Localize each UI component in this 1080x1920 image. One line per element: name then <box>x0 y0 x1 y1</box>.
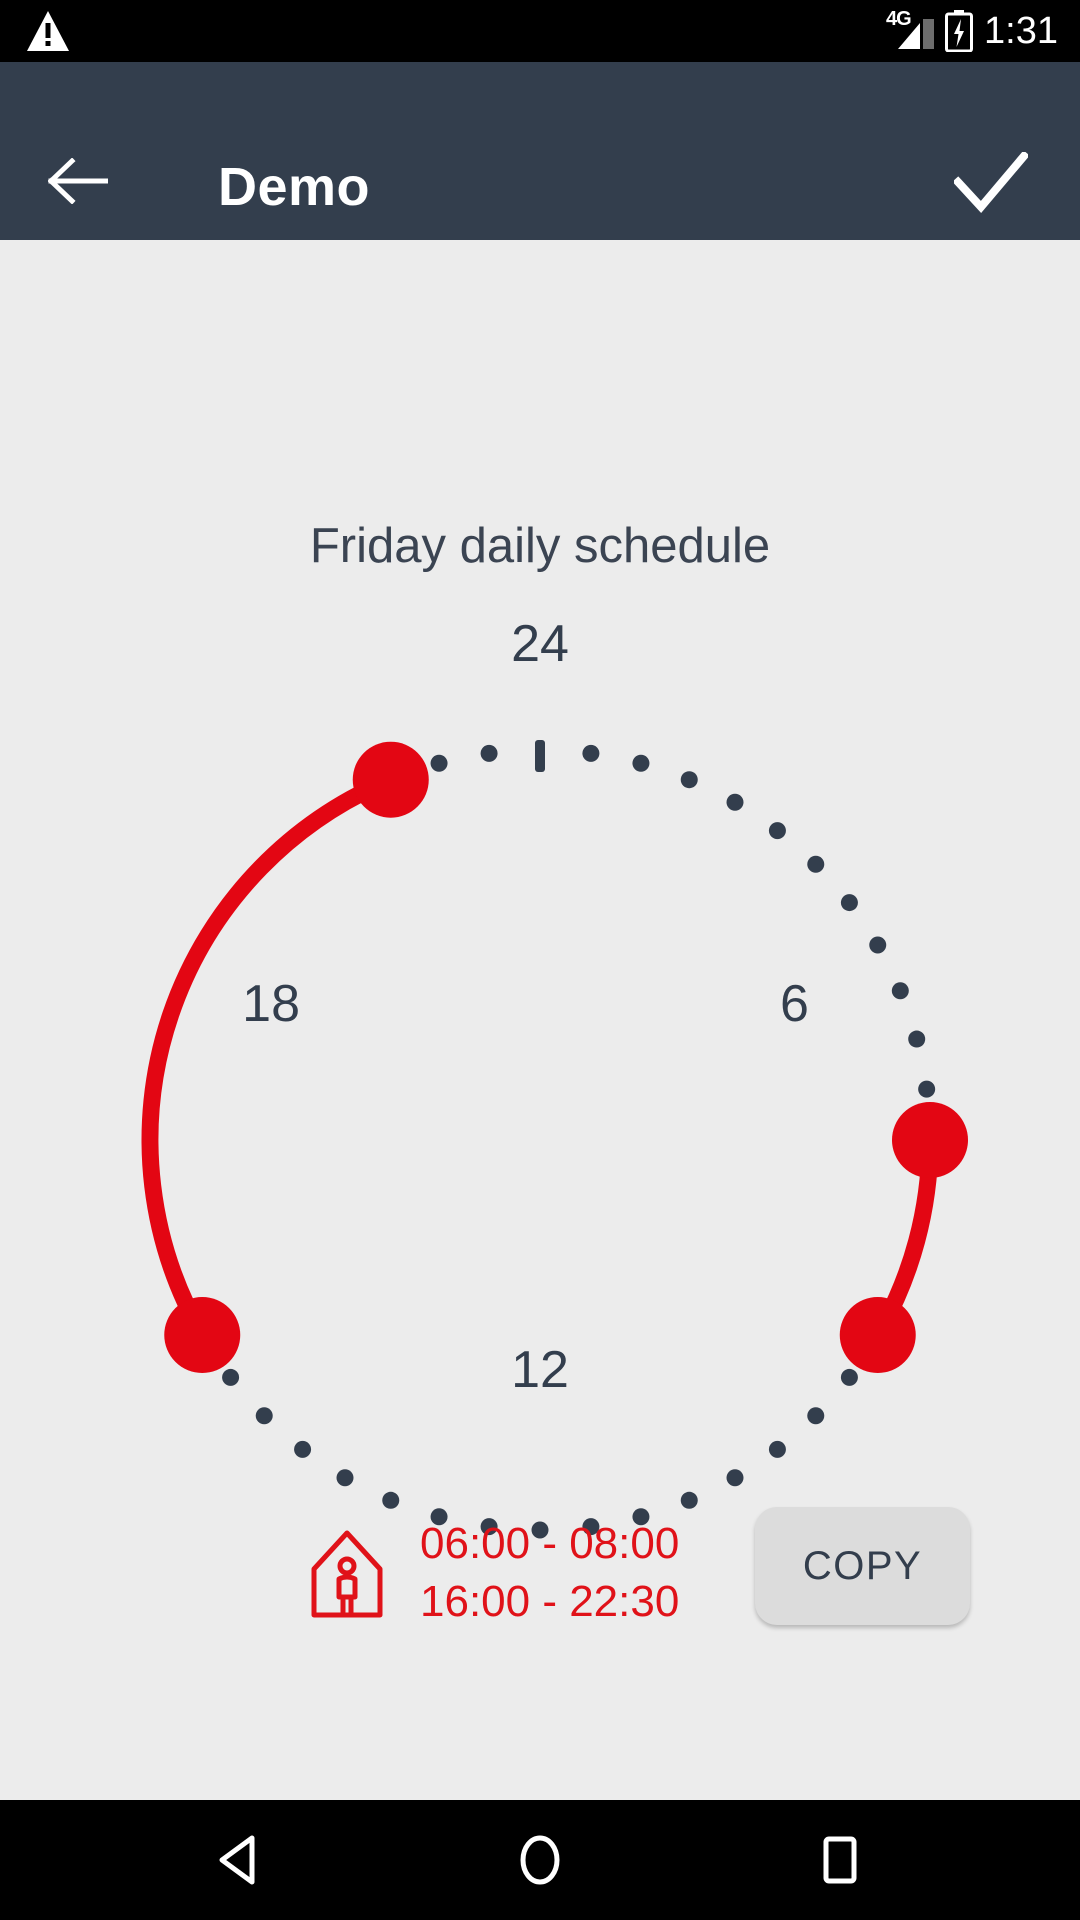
dial-label-24: 24 <box>511 615 569 673</box>
android-nav-bar <box>0 1800 1080 1920</box>
schedule-dial[interactable] <box>60 660 1020 1620</box>
nav-recents-button[interactable] <box>760 1800 920 1920</box>
dial-tick-dot <box>807 1407 825 1425</box>
handle-start-1[interactable] <box>892 1102 968 1178</box>
dial-midnight-tick <box>535 740 545 772</box>
dial-tick-dot <box>680 1491 698 1509</box>
warning-triangle-icon <box>27 11 69 51</box>
status-bar: 4G 1:31 <box>0 0 1080 62</box>
dial-tick-dot <box>480 744 498 762</box>
dial-tick-dot <box>430 754 448 772</box>
dial-tick-dot <box>869 936 887 954</box>
status-bar-clock: 1:31 <box>984 10 1058 52</box>
schedule-title: Friday daily schedule <box>309 519 771 573</box>
dial-tick-dot <box>768 822 786 840</box>
interval-row-2: 16:00 - 22:30 <box>420 1577 680 1626</box>
dial-tick-dot <box>632 754 650 772</box>
dial-tick-dot <box>680 771 698 789</box>
nav-home-circle-icon <box>520 1835 560 1885</box>
dial-svg[interactable] <box>60 660 1020 1620</box>
dial-tick-dot <box>726 1469 744 1487</box>
status-bar-right-cluster: 4G 1:31 <box>886 0 1058 62</box>
content-area: Friday daily schedule 24 6 12 18 06:00 -… <box>0 240 1080 1800</box>
home-occupied-icon <box>311 1530 383 1618</box>
dial-label-18: 18 <box>242 975 300 1033</box>
dial-tick-dot <box>336 1469 354 1487</box>
dial-tick-dot <box>768 1440 786 1458</box>
signal-triangle-icon <box>898 19 935 49</box>
copy-button[interactable]: COPY <box>755 1507 970 1625</box>
schedule-summary-row: 06:00 - 08:00 16:00 - 22:30 COPY <box>0 1507 1080 1655</box>
battery-charging-icon <box>945 10 974 52</box>
dial-label-6: 6 <box>780 975 809 1033</box>
dial-tick-dot <box>840 894 858 912</box>
back-arrow-icon[interactable] <box>48 158 108 204</box>
handle-end-2[interactable] <box>352 741 429 818</box>
nav-recents-square-icon <box>823 1836 857 1884</box>
dial-tick-dot <box>908 1030 926 1048</box>
dial-tick-dot <box>726 793 744 811</box>
dial-label-12: 12 <box>511 1341 569 1399</box>
dial-tick-dot <box>294 1440 312 1458</box>
nav-back-triangle-icon <box>219 1835 255 1885</box>
nav-back-button[interactable] <box>160 1800 320 1920</box>
app-bar: Demo <box>0 62 1080 240</box>
page-title: Demo <box>218 157 371 217</box>
interval-list: 06:00 - 08:00 16:00 - 22:30 <box>420 1515 700 1631</box>
dial-tick-dots <box>222 744 936 1539</box>
nav-home-button[interactable] <box>460 1800 620 1920</box>
dial-tick-dot <box>918 1080 936 1098</box>
checkmark-icon[interactable] <box>954 152 1028 214</box>
dial-tick-dot <box>382 1491 400 1509</box>
interval-arc-2[interactable] <box>141 771 400 1344</box>
dial-tick-dot <box>807 855 825 873</box>
signal-bars-icon: 4G <box>886 9 935 51</box>
dial-tick-dot <box>582 744 600 762</box>
dial-tick-dot <box>255 1407 273 1425</box>
interval-row-1: 06:00 - 08:00 <box>420 1519 680 1568</box>
